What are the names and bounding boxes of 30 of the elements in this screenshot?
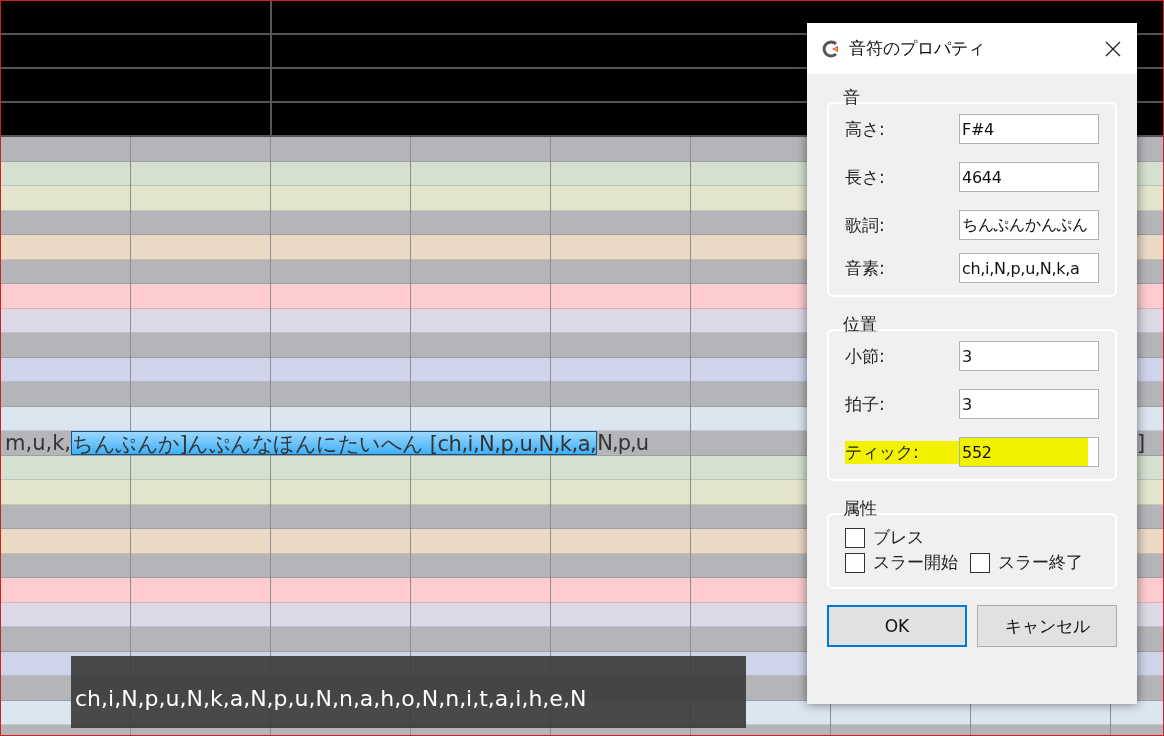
checkbox[interactable] [845,527,865,548]
checkbox-label: スラー終了 [998,551,1083,574]
input-field[interactable]: 3 [959,389,1099,419]
input-field[interactable]: 3 [959,341,1099,371]
checkbox[interactable] [845,552,865,573]
lyric-text: N,p,u [597,431,648,456]
app-logo-icon [821,38,841,59]
field-label: 音素: [845,256,886,280]
input-field[interactable]: ch,i,N,p,u,N,k,a [959,253,1099,283]
input-field[interactable]: F#4 [959,114,1099,144]
checkbox-label: スラー開始 [873,551,958,574]
field-label: 小節: [845,344,886,368]
window-title: 音符のプロパティ [849,37,986,60]
input-field[interactable]: ちんぷんかんぷん [959,210,1099,240]
field-label: 長さ: [845,165,886,189]
note-block[interactable]: ちんぷんか]んぷんなほんにたいへん [ch,i,N,p,u,N,k,a, [71,431,598,456]
field-label: 歌詞: [845,213,886,237]
field-label: 高さ: [845,117,886,141]
checkbox[interactable] [970,552,990,573]
lyric-text: ] [1137,431,1147,456]
lyric-text: m,u,k, [4,431,71,456]
dialog-button[interactable]: OK [827,605,967,647]
dialog-button[interactable]: キャンセル [977,605,1117,647]
field-label: 拍子: [845,392,886,416]
phoneme-tooltip: ch,i,N,p,u,N,k,a,N,p,u,N,n,a,h,o,N,n,i,t,a,i,h,e,N [71,656,746,728]
checkbox-label: ブレス [873,526,924,549]
close-icon[interactable] [1105,40,1121,57]
input-field[interactable]: 552 [959,437,1099,467]
field-label: ティック: [845,440,959,464]
input-field[interactable]: 4644 [959,162,1099,192]
